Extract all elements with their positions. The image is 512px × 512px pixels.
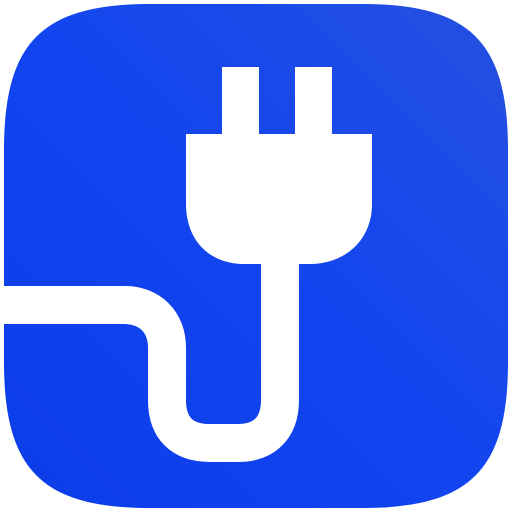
plug-prong-left	[222, 67, 259, 137]
plug-prong-right	[295, 67, 332, 137]
plug-app-icon-graphic	[0, 4, 508, 508]
plug-body	[186, 134, 372, 264]
app-icon[interactable]	[0, 0, 512, 512]
